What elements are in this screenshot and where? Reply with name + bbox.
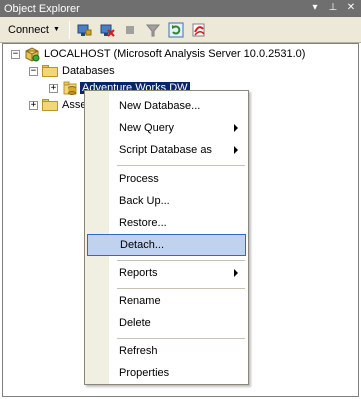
menu-item-label: Detach... [120,239,165,251]
assemblies-label: Asse [62,99,87,111]
tree-node-server[interactable]: − LOCALHOST (Microsoft Analysis Server 1… [11,46,305,62]
chevron-down-icon: ▼ [52,26,60,33]
menu-item-back-up[interactable]: Back Up... [87,190,246,212]
menu-item-refresh[interactable]: Refresh [87,340,246,362]
toolbar-separator [68,20,70,39]
menu-separator [117,338,245,339]
connect-label: Connect [8,23,49,36]
folder-icon [42,65,58,77]
menu-item-label: Rename [119,295,161,307]
analysis-server-icon [25,47,40,62]
menu-item-label: New Database... [119,100,201,112]
menu-item-label: Reports [119,267,158,279]
submenu-arrow-icon [234,124,238,132]
collapse-icon[interactable]: − [29,66,38,76]
folder-icon [42,99,58,111]
menu-separator [117,288,245,289]
menu-item-script-database-as[interactable]: Script Database as [87,139,246,161]
stop-icon[interactable] [120,20,140,40]
disconnect-icon[interactable] [97,20,117,40]
context-menu: New Database... New Query Script Databas… [84,90,249,385]
title-bar: Object Explorer ▾ ⊥ ✕ [0,0,361,17]
tree-node-databases[interactable]: − Databases [29,63,115,79]
menu-item-label: Delete [119,317,151,329]
dropdown-icon[interactable]: ▾ [309,1,321,15]
databases-label: Databases [62,65,115,77]
refresh-icon[interactable] [166,20,186,40]
menu-separator [117,165,245,166]
connect-icon[interactable] [74,20,94,40]
menu-item-properties[interactable]: Properties [87,362,246,384]
tree-node-assemblies[interactable]: + Asse [29,97,86,113]
database-icon [63,81,77,95]
menu-item-label: Process [119,173,159,185]
expand-icon[interactable]: + [29,100,38,110]
close-icon[interactable]: ✕ [345,1,357,15]
menu-item-label: Refresh [119,345,158,357]
connect-button[interactable]: Connect ▼ [3,20,65,40]
toolbar: Connect ▼ [0,17,361,43]
menu-item-label: Restore... [119,217,167,229]
collapse-icon[interactable]: − [11,49,20,59]
filter-icon[interactable] [143,20,163,40]
menu-item-label: Script Database as [119,144,212,156]
submenu-arrow-icon [234,146,238,154]
menu-item-rename[interactable]: Rename [87,290,246,312]
menu-item-restore[interactable]: Restore... [87,212,246,234]
menu-item-new-database[interactable]: New Database... [87,95,246,117]
menu-item-process[interactable]: Process [87,168,246,190]
submenu-arrow-icon [234,269,238,277]
menu-item-delete[interactable]: Delete [87,312,246,334]
menu-item-new-query[interactable]: New Query [87,117,246,139]
expand-icon[interactable]: + [49,83,58,93]
menu-separator [117,260,245,261]
sync-icon[interactable] [189,20,209,40]
window-title: Object Explorer [4,2,80,15]
menu-item-detach[interactable]: Detach... [87,234,246,256]
menu-item-label: Properties [119,367,170,379]
menu-item-label: New Query [119,122,175,134]
menu-item-label: Back Up... [119,195,170,207]
menu-item-reports[interactable]: Reports [87,262,246,284]
server-label: LOCALHOST (Microsoft Analysis Server 10.… [44,48,306,60]
pin-icon[interactable]: ⊥ [327,1,339,15]
